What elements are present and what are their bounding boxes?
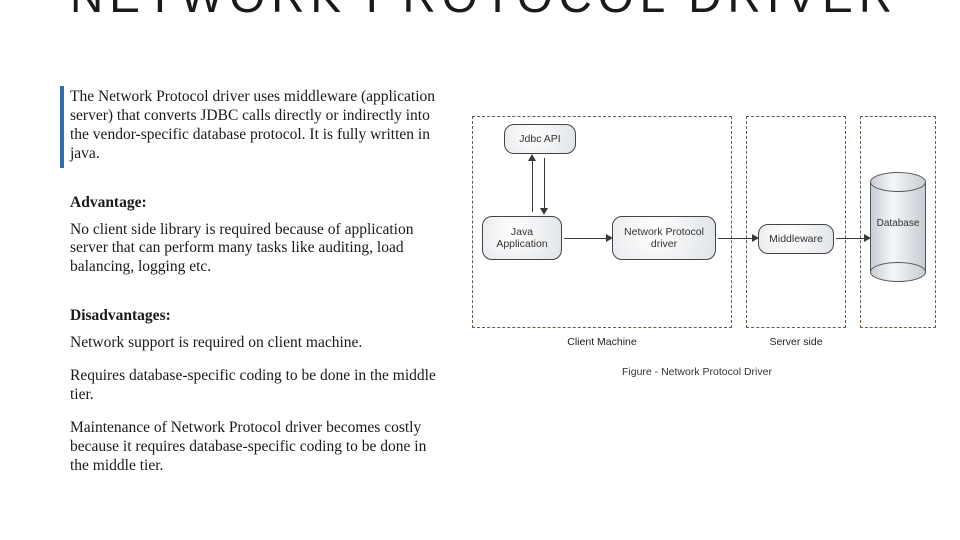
database-label: Database xyxy=(870,218,926,229)
database-cylinder-icon: Database xyxy=(870,172,926,282)
figure-caption: Figure - Network Protocol Driver xyxy=(622,366,772,378)
arrow-line xyxy=(532,158,533,212)
disadvantage-item: Requires database-specific coding to be … xyxy=(70,367,448,405)
advantage-text: No client side library is required becau… xyxy=(70,221,448,278)
body-text-column: The Network Protocol driver uses middlew… xyxy=(70,88,448,490)
disadvantage-label: Disadvantages: xyxy=(70,307,448,326)
middleware-node: Middleware xyxy=(758,224,834,254)
arrow-line xyxy=(836,238,866,239)
arrow-head-up-icon xyxy=(528,154,536,161)
server-side-region xyxy=(746,116,846,328)
intro-paragraph: The Network Protocol driver uses middlew… xyxy=(70,88,448,164)
server-region-label: Server side xyxy=(746,336,846,348)
architecture-diagram: Client Machine Server side Jdbc API Java… xyxy=(472,116,940,386)
arrow-head-right-icon xyxy=(752,234,759,242)
java-application-node: Java Application xyxy=(482,216,562,260)
advantage-label: Advantage: xyxy=(70,194,448,213)
disadvantage-item: Network support is required on client ma… xyxy=(70,334,448,353)
jdbc-api-node: Jdbc API xyxy=(504,124,576,154)
arrow-line xyxy=(564,238,608,239)
arrow-line xyxy=(544,158,545,212)
client-region-label: Client Machine xyxy=(472,336,732,348)
disadvantage-item: Maintenance of Network Protocol driver b… xyxy=(70,419,448,476)
network-protocol-driver-node: Network Protocol driver xyxy=(612,216,716,260)
arrow-head-right-icon xyxy=(864,234,871,242)
page-title: NETWORK PROTOCOL DRIVER xyxy=(70,0,898,20)
slide: NETWORK PROTOCOL DRIVER The Network Prot… xyxy=(0,0,960,540)
arrow-head-right-icon xyxy=(606,234,613,242)
title-accent-bar xyxy=(60,86,64,168)
arrow-line xyxy=(718,238,754,239)
